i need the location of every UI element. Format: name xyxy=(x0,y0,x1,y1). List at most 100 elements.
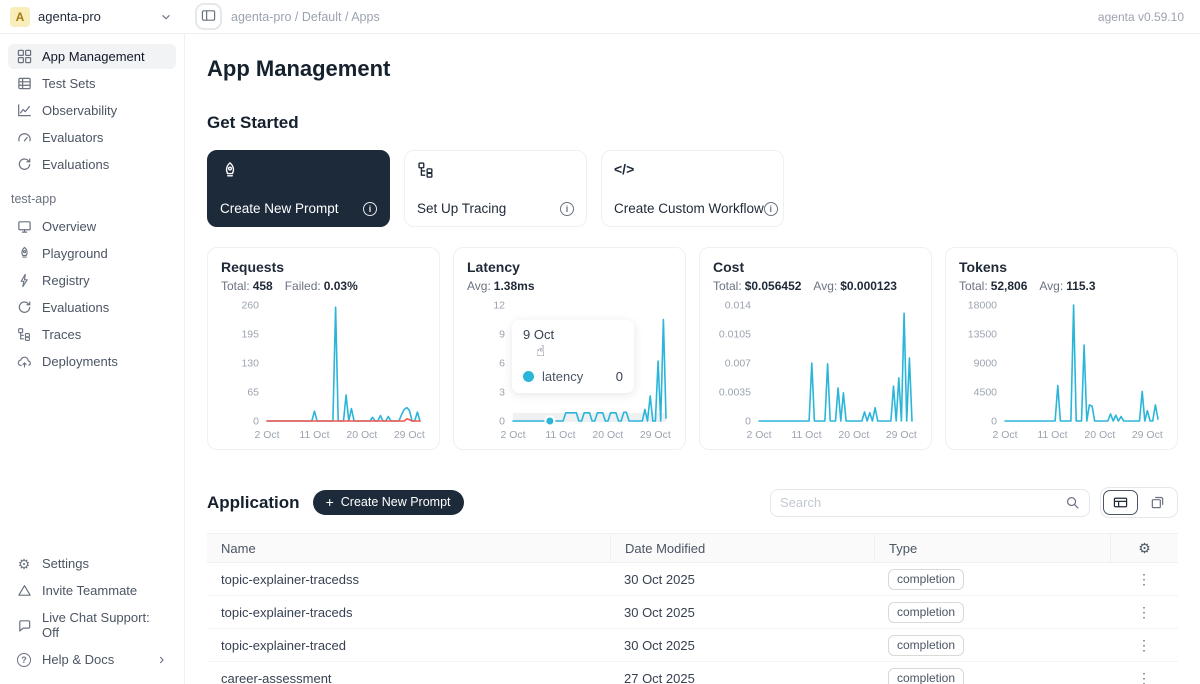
tokens-chart[interactable]: 04500900013500180002 Oct11 Oct20 Oct29 O… xyxy=(959,295,1164,445)
sidebar-item-observability[interactable]: Observability xyxy=(8,98,176,123)
help-icon: ? xyxy=(16,653,32,667)
info-icon[interactable]: i xyxy=(560,200,574,216)
svg-text:9: 9 xyxy=(499,329,505,341)
legend-dot xyxy=(523,371,534,382)
cloud-upload-icon xyxy=(16,354,32,369)
svg-text:65: 65 xyxy=(247,387,259,399)
chart-title: Requests xyxy=(221,259,426,275)
sidebar-item-deployments[interactable]: Deployments xyxy=(8,349,176,374)
sidebar-item-label: Playground xyxy=(42,246,108,261)
app-name: career-assessment xyxy=(207,671,610,684)
create-custom-workflow-card[interactable]: </> Create Custom Workflow i xyxy=(601,150,784,227)
set-up-tracing-card[interactable]: Set Up Tracing i xyxy=(404,150,587,227)
svg-text:0: 0 xyxy=(499,416,505,428)
chart-title: Tokens xyxy=(959,259,1164,275)
application-header-row: Application + Create New Prompt xyxy=(207,487,1178,518)
table-row[interactable]: topic-explainer-tracedss 30 Oct 2025 com… xyxy=(207,563,1178,596)
search-input[interactable] xyxy=(780,495,1065,510)
svg-text:195: 195 xyxy=(241,329,259,341)
header-date-modified[interactable]: Date Modified xyxy=(610,534,874,562)
row-menu-button[interactable]: ⋮ xyxy=(1110,604,1178,621)
app-name: topic-explainer-traceds xyxy=(207,605,610,620)
sidebar-item-registry[interactable]: Registry xyxy=(8,268,176,293)
workspace-selector[interactable]: A agenta-pro xyxy=(0,7,185,27)
svg-text:0.014: 0.014 xyxy=(725,300,751,312)
bolt-icon xyxy=(16,273,32,288)
app-name: topic-explainer-tracedss xyxy=(207,572,610,587)
table-row[interactable]: career-assessment 27 Oct 2025 completion… xyxy=(207,662,1178,684)
tooltip-value: 0 xyxy=(616,369,623,384)
info-icon[interactable]: i xyxy=(764,200,778,216)
monitor-icon xyxy=(16,219,32,234)
sidebar-item-help-docs[interactable]: ? Help & Docs xyxy=(8,647,176,672)
cycle-icon xyxy=(16,300,32,315)
sidebar-item-label: Registry xyxy=(42,273,90,288)
chart-title: Latency xyxy=(467,259,672,275)
breadcrumb[interactable]: agenta-pro / Default / Apps xyxy=(231,10,380,24)
chevron-right-icon xyxy=(156,654,168,666)
sidebar-item-evaluators[interactable]: Evaluators xyxy=(8,125,176,150)
sidebar-item-overview[interactable]: Overview xyxy=(8,214,176,239)
table-header: Name Date Modified Type ⚙ xyxy=(207,533,1178,563)
requests-chart[interactable]: 0651301952602 Oct11 Oct20 Oct29 Oct xyxy=(221,295,426,445)
svg-text:29 Oct: 29 Oct xyxy=(394,429,425,441)
table-view-icon xyxy=(1113,495,1128,510)
svg-text:0.007: 0.007 xyxy=(725,358,751,370)
app-section-label: test-app xyxy=(8,192,176,206)
date-modified: 27 Oct 2025 xyxy=(610,671,874,684)
row-menu-button[interactable]: ⋮ xyxy=(1110,571,1178,588)
sidebar-item-traces[interactable]: Traces xyxy=(8,322,176,347)
create-new-prompt-button[interactable]: + Create New Prompt xyxy=(313,490,464,515)
table-row[interactable]: topic-explainer-traceds 30 Oct 2025 comp… xyxy=(207,596,1178,629)
sidebar-item-settings[interactable]: ⚙ Settings xyxy=(8,551,176,576)
gauge-icon xyxy=(16,130,32,145)
sidebar-item-evaluations[interactable]: Evaluations xyxy=(8,152,176,177)
create-new-prompt-card[interactable]: Create New Prompt i xyxy=(207,150,390,227)
card-view-button[interactable] xyxy=(1140,490,1175,515)
tree-icon xyxy=(417,161,574,182)
row-menu-button[interactable]: ⋮ xyxy=(1110,637,1178,654)
sidebar-toggle-button[interactable] xyxy=(195,3,222,30)
svg-text:0: 0 xyxy=(991,416,997,428)
cycle-icon xyxy=(16,157,32,172)
svg-text:2 Oct: 2 Oct xyxy=(992,429,1017,441)
get-started-title: Get Started xyxy=(207,113,1178,133)
table-view-button[interactable] xyxy=(1103,490,1138,515)
header-type[interactable]: Type xyxy=(874,534,1110,562)
sidebar: App Management Test Sets Observability E… xyxy=(0,34,185,684)
metrics-row: Requests Total:458 Failed:0.03% 06513019… xyxy=(207,247,1178,450)
chart-line-icon xyxy=(16,103,32,118)
row-menu-button[interactable]: ⋮ xyxy=(1110,670,1178,684)
search-icon[interactable] xyxy=(1065,495,1080,510)
svg-text:0.0035: 0.0035 xyxy=(719,387,751,399)
sidebar-item-invite-teammate[interactable]: Invite Teammate xyxy=(8,578,176,603)
top-bar: A agenta-pro agenta-pro / Default / Apps… xyxy=(0,0,1200,34)
header-name[interactable]: Name xyxy=(207,534,610,562)
chart-tooltip: 9 Oct ☝ latency 0 xyxy=(512,320,634,393)
svg-text:29 Oct: 29 Oct xyxy=(886,429,917,441)
search-box xyxy=(770,489,1090,517)
sidebar-item-playground[interactable]: Playground xyxy=(8,241,176,266)
svg-text:0.0105: 0.0105 xyxy=(719,329,751,341)
tooltip-series-name: latency xyxy=(542,369,583,384)
sidebar-item-app-management[interactable]: App Management xyxy=(8,44,176,69)
stat-avg: Avg:115.3 xyxy=(1039,279,1095,293)
table-row[interactable]: topic-explainer-traced 30 Oct 2025 compl… xyxy=(207,629,1178,662)
column-settings-button[interactable]: ⚙ xyxy=(1110,534,1178,562)
rocket-icon xyxy=(16,246,32,261)
app-version: agenta v0.59.10 xyxy=(1098,10,1200,24)
code-icon: </> xyxy=(614,161,771,177)
panel-left-icon xyxy=(201,8,216,26)
stat-total: Total:52,806 xyxy=(959,279,1027,293)
cost-chart[interactable]: 00.00350.0070.01050.0142 Oct11 Oct20 Oct… xyxy=(713,295,918,445)
sidebar-item-evaluations-app[interactable]: Evaluations xyxy=(8,295,176,320)
chat-icon xyxy=(16,618,32,633)
svg-text:11 Oct: 11 Oct xyxy=(299,429,329,441)
grid-icon xyxy=(16,49,32,64)
sidebar-item-test-sets[interactable]: Test Sets xyxy=(8,71,176,96)
sidebar-item-live-chat[interactable]: Live Chat Support: Off xyxy=(8,605,176,645)
plus-icon: + xyxy=(326,495,334,509)
sidebar-item-label: Settings xyxy=(42,556,89,571)
info-icon[interactable]: i xyxy=(363,200,377,216)
tree-icon xyxy=(16,327,32,342)
